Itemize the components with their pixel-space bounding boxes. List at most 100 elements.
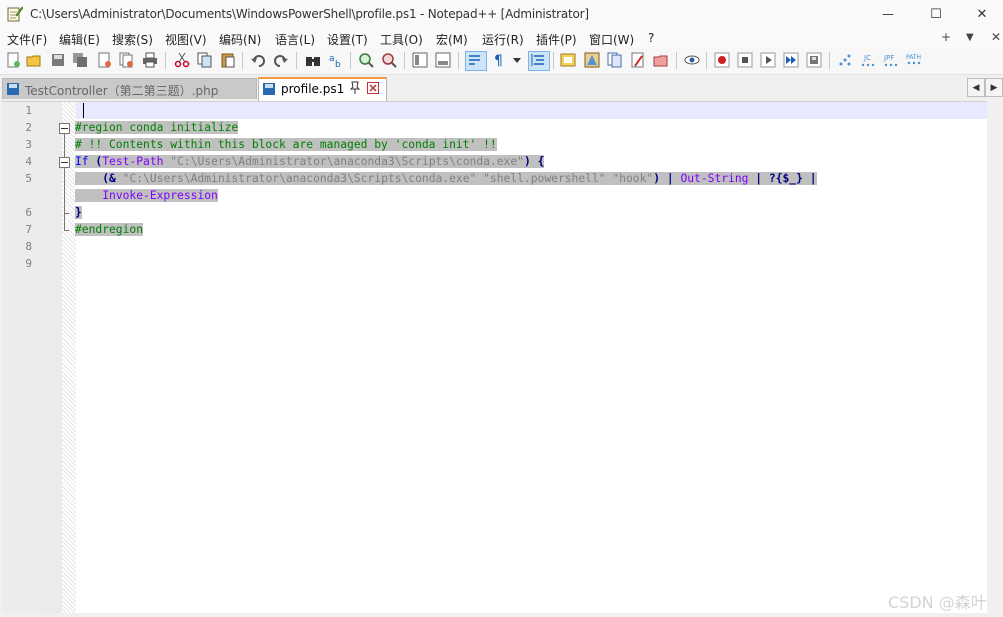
- plugin-jpf-icon[interactable]: JPF: [883, 52, 899, 68]
- menu-edit[interactable]: 编辑(E): [59, 31, 100, 48]
- find-icon[interactable]: [305, 52, 321, 68]
- zoom-out-icon[interactable]: [381, 52, 397, 68]
- menu-view[interactable]: 视图(V): [165, 31, 207, 48]
- plugin-path-icon[interactable]: PATH: [906, 52, 922, 68]
- tab-profile-ps1[interactable]: profile.ps1: [258, 77, 387, 101]
- folder-as-workspace-icon[interactable]: [653, 52, 669, 68]
- code-token: }: [75, 206, 82, 219]
- close-tab-icon[interactable]: [367, 82, 379, 94]
- code-token: ): [653, 172, 660, 185]
- new-file-icon[interactable]: [5, 52, 21, 68]
- doc-list-icon[interactable]: [630, 52, 646, 68]
- code-token: |: [809, 172, 817, 185]
- tab-label: profile.ps1: [281, 82, 345, 96]
- monitoring-icon[interactable]: [684, 52, 700, 68]
- minimize-button[interactable]: —: [865, 0, 911, 28]
- paste-icon[interactable]: [220, 52, 236, 68]
- show-all-chars-icon[interactable]: ¶: [492, 52, 508, 69]
- stop-record-icon[interactable]: [737, 52, 753, 68]
- fold-toggle-icon[interactable]: [59, 157, 70, 168]
- menu-window[interactable]: 窗口(W): [589, 31, 634, 48]
- line-number: 8: [25, 240, 32, 253]
- redo-icon[interactable]: [273, 52, 289, 68]
- code-line[interactable]: #region conda initialize: [75, 119, 239, 136]
- function-list-icon[interactable]: [584, 52, 600, 68]
- fold-margin[interactable]: [36, 102, 62, 614]
- code-token: Invoke-Expression: [102, 189, 218, 202]
- menu-encoding[interactable]: 编码(N): [219, 31, 261, 48]
- code-line[interactable]: Invoke-Expression: [75, 187, 218, 204]
- line-number: 4: [25, 155, 32, 168]
- save-state-icon: [6, 82, 21, 96]
- save-icon[interactable]: [50, 52, 66, 68]
- title-bar: C:\Users\Administrator\Documents\Windows…: [0, 0, 1003, 28]
- code-token: "shell.powershell": [483, 172, 606, 185]
- close-icon[interactable]: [96, 52, 112, 68]
- save-state-icon: [262, 82, 277, 96]
- menu-settings[interactable]: 设置(T): [327, 31, 368, 48]
- sync-horizontal-icon[interactable]: [435, 52, 451, 68]
- menu-bar: 文件(F) 编辑(E) 搜索(S) 视图(V) 编码(N) 语言(L) 设置(T…: [0, 28, 1003, 48]
- menu-file[interactable]: 文件(F): [7, 31, 47, 48]
- fold-end: [64, 230, 69, 231]
- copy-icon[interactable]: [197, 52, 213, 68]
- status-strip: [0, 613, 1003, 617]
- code-line[interactable]: #endregion: [75, 221, 144, 238]
- menu-search[interactable]: 搜索(S): [112, 31, 153, 48]
- menu-tools[interactable]: 工具(O): [380, 31, 423, 48]
- new-tab-plus-icon[interactable]: +: [941, 30, 951, 44]
- close-all-icon[interactable]: [118, 52, 134, 68]
- code-token: (&: [102, 172, 116, 185]
- replace-icon[interactable]: ab: [328, 52, 344, 70]
- zoom-in-icon[interactable]: [358, 52, 374, 68]
- sync-vertical-icon[interactable]: [412, 52, 428, 68]
- menu-macro[interactable]: 宏(M): [436, 31, 468, 48]
- plugin-jc-icon[interactable]: JC: [860, 52, 876, 68]
- show-chars-dropdown-icon[interactable]: [512, 52, 522, 68]
- current-line-highlight: [76, 102, 987, 119]
- fold-line: [64, 213, 65, 230]
- play-macro-icon[interactable]: [760, 52, 776, 68]
- tab-scroll-right-icon[interactable]: ▶: [985, 78, 1003, 97]
- cut-icon[interactable]: [174, 52, 190, 68]
- menu-plugins[interactable]: 插件(P): [536, 31, 577, 48]
- line-number: 7: [25, 223, 32, 236]
- close-tab-x-icon[interactable]: ✕: [991, 30, 1001, 44]
- code-line[interactable]: If (Test-Path "C:\Users\Administrator\an…: [75, 153, 545, 170]
- doc-map-icon[interactable]: [560, 52, 576, 68]
- undo-icon[interactable]: [250, 52, 266, 68]
- tab-scroll-left-icon[interactable]: ◀: [967, 78, 985, 97]
- code-line[interactable]: }: [75, 204, 82, 221]
- open-file-icon[interactable]: [26, 52, 42, 68]
- close-window-button[interactable]: ✕: [959, 0, 1003, 28]
- svg-text:b: b: [335, 60, 341, 68]
- maximize-button[interactable]: ☐: [913, 0, 959, 28]
- plugin-jstool-icon[interactable]: [837, 52, 853, 68]
- line-number: 2: [25, 121, 32, 134]
- svg-text:¶: ¶: [494, 53, 503, 68]
- record-macro-icon[interactable]: [714, 52, 730, 68]
- toolbar: ab ¶ JC JPF PATH: [0, 48, 1003, 75]
- menu-run[interactable]: 运行(R): [482, 31, 524, 48]
- run-macro-multiple-icon[interactable]: [783, 52, 799, 68]
- menu-language[interactable]: 语言(L): [275, 31, 315, 48]
- menu-help[interactable]: ?: [648, 31, 654, 45]
- tab-list-down-icon[interactable]: ▼: [966, 32, 974, 43]
- line-number: 9: [25, 257, 32, 270]
- code-token: |: [666, 172, 674, 185]
- tab-label: TestController（第二第三题）.php: [25, 84, 219, 98]
- folder-workspace-icon[interactable]: [607, 52, 623, 68]
- word-wrap-icon[interactable]: [465, 51, 487, 71]
- tab-testcontroller[interactable]: TestController（第二第三题）.php: [2, 78, 257, 99]
- save-macro-icon[interactable]: [806, 52, 822, 68]
- indent-guide-icon[interactable]: [528, 51, 550, 71]
- code-line[interactable]: (& "C:\Users\Administrator\anaconda3\Scr…: [75, 170, 817, 187]
- vertical-scrollbar[interactable]: [987, 101, 1003, 613]
- pin-icon[interactable]: [349, 81, 361, 95]
- fold-toggle-icon[interactable]: [59, 123, 70, 134]
- save-all-icon[interactable]: [72, 52, 88, 68]
- print-icon[interactable]: [142, 52, 158, 68]
- code-line[interactable]: # !! Contents within this block are mana…: [75, 136, 497, 153]
- editor[interactable]: 1 2 3 4 5 6 7 8 9 #region conda initialize # !! C…: [2, 101, 987, 614]
